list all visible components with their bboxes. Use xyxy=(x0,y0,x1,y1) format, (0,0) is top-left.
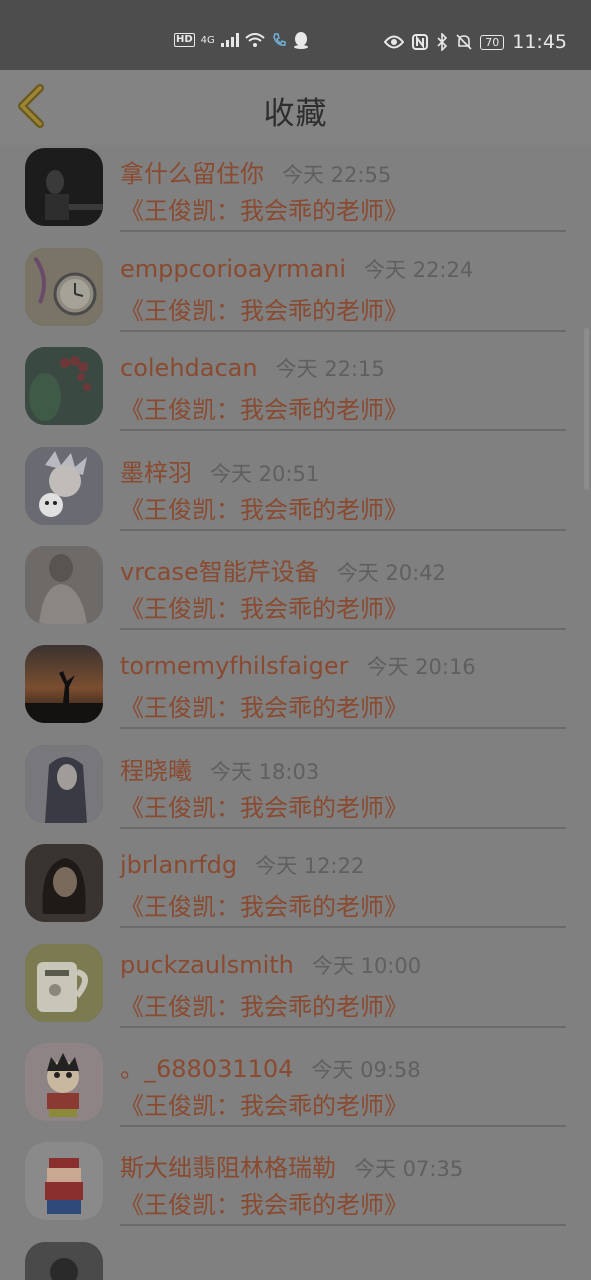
username[interactable]: 。_688031104 xyxy=(120,1055,293,1083)
favorites-list[interactable]: 拿什么留住你 今天 22:55 《王俊凯：我会乖的老师》 emppcorioayr… xyxy=(0,145,591,1280)
username[interactable]: jbrlanrfdg xyxy=(120,851,237,879)
battery-indicator: 70 xyxy=(480,34,505,50)
avatar xyxy=(25,446,103,525)
item-header: 墨梓羽 今天 20:51 xyxy=(120,453,319,488)
username[interactable]: colehdacan xyxy=(120,354,258,382)
list-item[interactable] xyxy=(0,1220,591,1280)
bluetooth-icon xyxy=(437,33,448,51)
status-bar: HD 4G 70 11:45 xyxy=(0,0,591,70)
subject[interactable]: 《王俊凯：我会乖的老师》 xyxy=(120,688,408,723)
list-item[interactable]: 拿什么留住你 今天 22:55 《王俊凯：我会乖的老师》 xyxy=(0,145,591,233)
avatar xyxy=(25,247,103,326)
status-bar-left: HD 4G xyxy=(174,31,309,49)
avatar xyxy=(25,744,103,823)
list-item[interactable]: 斯大绌翡阻林格瑞勒 今天 07:35 《王俊凯：我会乖的老师》 xyxy=(0,1120,591,1227)
timestamp: 今天 10:00 xyxy=(311,953,422,978)
status-bar-right: 70 11:45 xyxy=(384,31,567,53)
phone-icon xyxy=(273,33,286,46)
subject[interactable]: 《王俊凯：我会乖的老师》 xyxy=(120,191,408,226)
timestamp: 今天 20:16 xyxy=(366,655,476,680)
item-header: jbrlanrfdg 今天 12:22 xyxy=(120,850,364,880)
mute-icon xyxy=(456,34,472,50)
avatar xyxy=(25,1142,103,1221)
item-header: vrcase智能芹设备 今天 20:42 xyxy=(120,552,446,587)
item-header: emppcorioayrmani 今天 22:24 xyxy=(120,254,473,284)
avatar xyxy=(25,148,103,227)
timestamp: 今天 22:24 xyxy=(364,257,474,282)
clock: 11:45 xyxy=(512,31,567,53)
subject[interactable]: 《王俊凯：我会乖的老师》 xyxy=(120,490,408,525)
signal-icon xyxy=(220,33,239,47)
avatar xyxy=(25,645,103,724)
item-header: tormemyfhilsfaiger 今天 20:16 xyxy=(120,651,476,681)
item-header xyxy=(120,1248,138,1276)
item-header: puckzaulsmith 今天 10:00 xyxy=(120,950,421,980)
item-header: 拿什么留住你 今天 22:55 xyxy=(120,154,391,189)
nfc-icon xyxy=(412,34,429,50)
list-item[interactable]: puckzaulsmith 今天 10:00 《王俊凯：我会乖的老师》 xyxy=(0,922,591,1028)
list-item[interactable]: tormemyfhilsfaiger 今天 20:16 《王俊凯：我会乖的老师》 xyxy=(0,623,591,730)
avatar xyxy=(25,1241,103,1280)
list-item[interactable]: colehdacan 今天 22:15 《王俊凯：我会乖的老师》 xyxy=(0,325,591,432)
username[interactable]: puckzaulsmith xyxy=(120,951,294,979)
username[interactable]: emppcorioayrmani xyxy=(120,255,346,283)
hd-badge: HD xyxy=(174,33,195,47)
item-header: 程晓曦 今天 18:03 xyxy=(120,751,319,786)
network-label: 4G xyxy=(200,34,215,46)
timestamp: 今天 09:58 xyxy=(311,1057,421,1082)
list-item[interactable]: emppcorioayrmani 今天 22:24 《王俊凯：我会乖的老师》 xyxy=(0,226,591,332)
list-item[interactable]: jbrlanrfdg 今天 12:22 《王俊凯：我会乖的老师》 xyxy=(0,822,591,929)
list-item[interactable]: vrcase智能芹设备 今天 20:42 《王俊凯：我会乖的老师》 xyxy=(0,524,591,630)
avatar xyxy=(25,1042,103,1121)
timestamp: 今天 22:55 xyxy=(282,163,392,188)
item-header: 斯大绌翡阻林格瑞勒 今天 07:35 xyxy=(120,1148,463,1183)
favorites-scroll: 拿什么留住你 今天 22:55 《王俊凯：我会乖的老师》 emppcorioayr… xyxy=(0,145,591,1280)
title-bar: 收藏 xyxy=(0,70,591,145)
avatar xyxy=(25,545,103,624)
scrollbar[interactable] xyxy=(584,328,589,490)
list-item[interactable]: 墨梓羽 今天 20:51 《王俊凯：我会乖的老师》 xyxy=(0,425,591,531)
subject[interactable]: 《王俊凯：我会乖的老师》 xyxy=(120,291,408,326)
timestamp: 今天 07:35 xyxy=(354,1157,464,1182)
page-title: 收藏 xyxy=(263,96,328,132)
timestamp: 今天 22:15 xyxy=(275,357,385,382)
list-item[interactable]: 。_688031104 今天 09:58 《王俊凯：我会乖的老师》 xyxy=(0,1021,591,1127)
timestamp: 今天 20:51 xyxy=(210,461,320,486)
timestamp: 今天 20:42 xyxy=(336,560,446,585)
subject[interactable]: 《王俊凯：我会乖的老师》 xyxy=(120,589,408,624)
username[interactable]: tormemyfhilsfaiger xyxy=(120,652,348,680)
subject[interactable]: 《王俊凯：我会乖的老师》 xyxy=(120,1185,408,1220)
eye-icon xyxy=(384,35,405,49)
subject[interactable]: 《王俊凯：我会乖的老师》 xyxy=(120,1086,408,1121)
subject[interactable]: 《王俊凯：我会乖的老师》 xyxy=(120,788,408,823)
avatar xyxy=(25,844,103,923)
qq-icon xyxy=(293,32,308,49)
username[interactable]: 拿什么留住你 xyxy=(120,160,264,188)
item-header: colehdacan 今天 22:15 xyxy=(120,353,385,383)
list-item[interactable]: 程晓曦 今天 18:03 《王俊凯：我会乖的老师》 xyxy=(0,723,591,829)
username[interactable]: 斯大绌翡阻林格瑞勒 xyxy=(120,1154,336,1182)
avatar xyxy=(25,943,103,1022)
username[interactable]: 程晓曦 xyxy=(120,757,192,785)
timestamp: 今天 18:03 xyxy=(210,759,320,784)
subject[interactable]: 《王俊凯：我会乖的老师》 xyxy=(120,987,408,1022)
timestamp: 今天 12:22 xyxy=(255,854,365,879)
subject[interactable]: 《王俊凯：我会乖的老师》 xyxy=(120,390,408,425)
subject[interactable]: 《王俊凯：我会乖的老师》 xyxy=(120,887,408,922)
username[interactable]: 墨梓羽 xyxy=(120,459,192,487)
item-header: 。_688031104 今天 09:58 xyxy=(120,1049,421,1084)
username[interactable]: vrcase智能芹设备 xyxy=(120,558,319,586)
avatar xyxy=(25,347,103,426)
wifi-icon xyxy=(245,33,265,47)
